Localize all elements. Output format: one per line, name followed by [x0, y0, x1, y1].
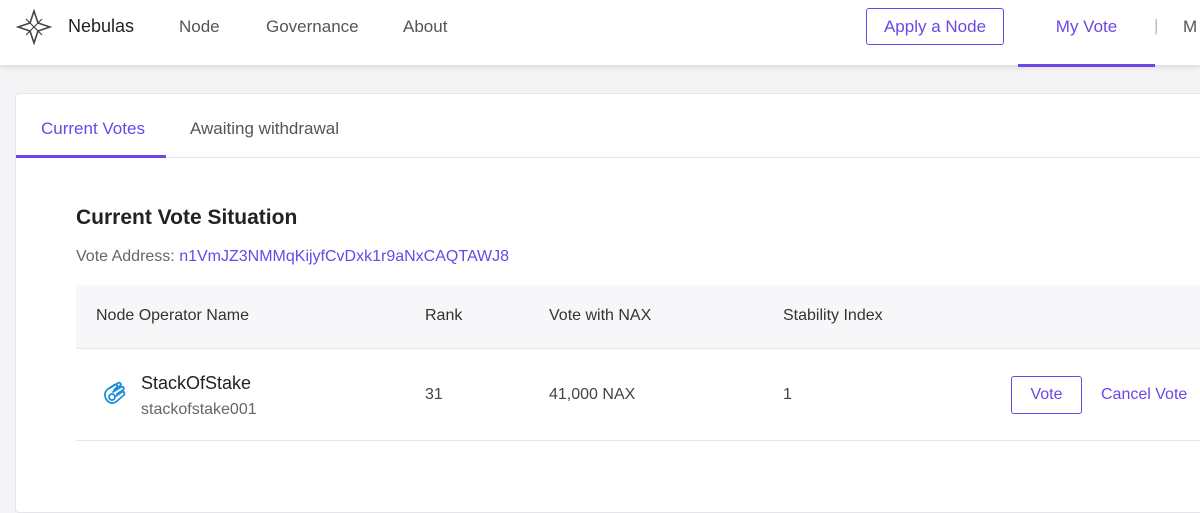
nav-link-my-vote[interactable]: My Vote [1018, 0, 1155, 67]
cancel-vote-link[interactable]: Cancel Vote [1101, 386, 1187, 404]
tab-awaiting-withdrawal-label: Awaiting withdrawal [190, 119, 339, 138]
vote-tabs: Current Votes Awaiting withdrawal [16, 94, 1200, 158]
cell-stability-index: 1 [783, 386, 792, 403]
tab-current-votes-label: Current Votes [41, 119, 145, 138]
tab-awaiting-withdrawal[interactable]: Awaiting withdrawal [166, 94, 366, 158]
header-node-operator-name: Node Operator Name [96, 307, 249, 324]
section-title: Current Vote Situation [76, 206, 298, 229]
nav-link-governance[interactable]: Governance [266, 17, 359, 37]
active-tab-indicator [16, 155, 166, 158]
header-stability-index: Stability Index [783, 307, 883, 324]
node-operator-name[interactable]: StackOfStake [141, 373, 251, 394]
apply-node-button[interactable]: Apply a Node [866, 8, 1004, 45]
table-header: Node Operator Name Rank Vote with NAX St… [76, 285, 1200, 349]
header-vote-with-nax: Vote with NAX [549, 307, 652, 324]
my-vote-label: My Vote [1055, 17, 1118, 36]
my-vote-card: Current Votes Awaiting withdrawal Curren… [15, 93, 1200, 513]
nebulas-logo-icon[interactable] [16, 9, 52, 45]
tab-current-votes[interactable]: Current Votes [16, 94, 166, 158]
nav-link-truncated[interactable]: M [1183, 17, 1197, 37]
top-navbar: Nebulas Node Governance About Apply a No… [0, 0, 1200, 67]
table-row: StackOfStake stackofstake001 31 41,000 N… [76, 349, 1200, 441]
stackofstake-hand-icon [104, 381, 126, 404]
vote-button[interactable]: Vote [1011, 376, 1082, 414]
vote-address-label: Vote Address: [76, 248, 180, 265]
brand-name[interactable]: Nebulas [68, 16, 134, 37]
nav-separator: | [1154, 16, 1159, 35]
header-rank: Rank [425, 307, 463, 324]
cell-vote-with-nax: 41,000 NAX [549, 386, 636, 403]
node-operator-id: stackofstake001 [141, 401, 257, 418]
cell-rank: 31 [425, 386, 443, 403]
vote-address-link[interactable]: n1VmJZ3NMMqKijyfCvDxk1r9aNxCAQTAWJ8 [179, 248, 509, 265]
vote-address-row: Vote Address: n1VmJZ3NMMqKijyfCvDxk1r9aN… [76, 248, 509, 266]
nav-link-node[interactable]: Node [179, 17, 220, 37]
active-nav-indicator [1018, 64, 1155, 67]
nav-link-about[interactable]: About [403, 17, 447, 37]
